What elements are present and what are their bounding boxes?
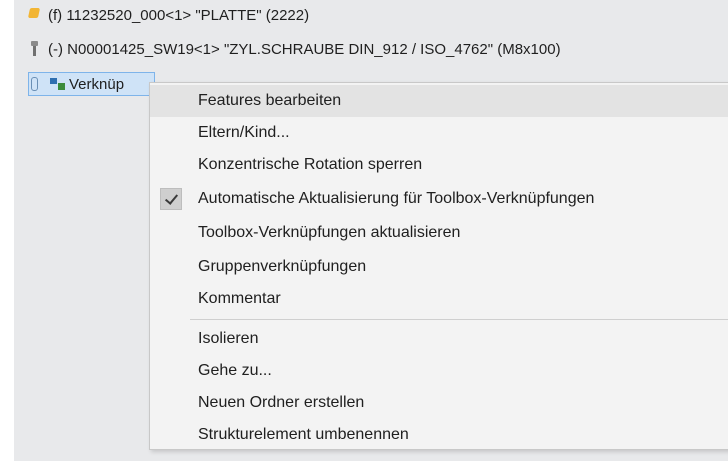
menu-item-automatische-aktualisierung[interactable]: Automatische Aktualisierung für Toolbox-… xyxy=(150,183,728,215)
tree-item-label: Verknüp xyxy=(69,75,125,93)
menu-item-label: Gehe zu... xyxy=(198,362,272,379)
menu-item-label: Strukturelement umbenennen xyxy=(198,426,409,443)
menu-item-label: Konzentrische Rotation sperren xyxy=(198,156,423,173)
menu-item-features-bearbeiten[interactable]: Features bearbeiten xyxy=(150,85,728,117)
menu-item-label: Automatische Aktualisierung für Toolbox-… xyxy=(198,190,595,207)
menu-item-label: Neuen Ordner erstellen xyxy=(198,394,365,411)
menu-item-eltern-kind[interactable]: Eltern/Kind... xyxy=(150,117,728,149)
menu-item-toolbox-aktualisieren[interactable]: Toolbox-Verknüpfungen aktualisieren xyxy=(150,217,728,249)
tree-item-label: (f) 11232520_000<1> "PLATTE" (2222) xyxy=(48,6,310,24)
tree-item-screw[interactable]: (-) N00001425_SW19<1> "ZYL.SCHRAUBE DIN_… xyxy=(28,38,561,60)
menu-item-label: Features bearbeiten xyxy=(198,92,342,109)
menu-item-strukturelement-umbenennen[interactable]: Strukturelement umbenennen xyxy=(150,419,728,451)
menu-item-neuen-ordner[interactable]: Neuen Ordner erstellen xyxy=(150,387,728,419)
clip-icon xyxy=(29,76,43,92)
tree-item-platte[interactable]: (f) 11232520_000<1> "PLATTE" (2222) xyxy=(28,4,309,26)
menu-item-label: Eltern/Kind... xyxy=(198,124,290,141)
part-icon xyxy=(28,7,42,23)
menu-separator xyxy=(190,319,728,320)
tree-item-mates[interactable]: Verknüp xyxy=(28,72,156,96)
context-menu: Features bearbeiten Eltern/Kind... Konze… xyxy=(149,82,728,450)
menu-item-konzentrische-rotation[interactable]: Konzentrische Rotation sperren xyxy=(150,149,728,181)
menu-item-gruppenverknuepfungen[interactable]: Gruppenverknüpfungen xyxy=(150,251,728,283)
screw-icon xyxy=(28,41,42,57)
menu-item-isolieren[interactable]: Isolieren xyxy=(150,323,728,355)
menu-item-label: Kommentar xyxy=(198,290,281,307)
menu-item-kommentar[interactable]: Kommentar xyxy=(150,283,728,315)
menu-item-gehe-zu[interactable]: Gehe zu... xyxy=(150,355,728,387)
tree-item-label: (-) N00001425_SW19<1> "ZYL.SCHRAUBE DIN_… xyxy=(48,40,561,58)
menu-item-label: Gruppenverknüpfungen xyxy=(198,258,367,275)
menu-item-label: Isolieren xyxy=(198,330,259,347)
menu-item-label: Toolbox-Verknüpfungen aktualisieren xyxy=(198,224,461,241)
window: (f) 11232520_000<1> "PLATTE" (2222) (-) … xyxy=(0,0,728,461)
mates-icon xyxy=(49,76,65,92)
checkmark-icon xyxy=(160,188,182,210)
